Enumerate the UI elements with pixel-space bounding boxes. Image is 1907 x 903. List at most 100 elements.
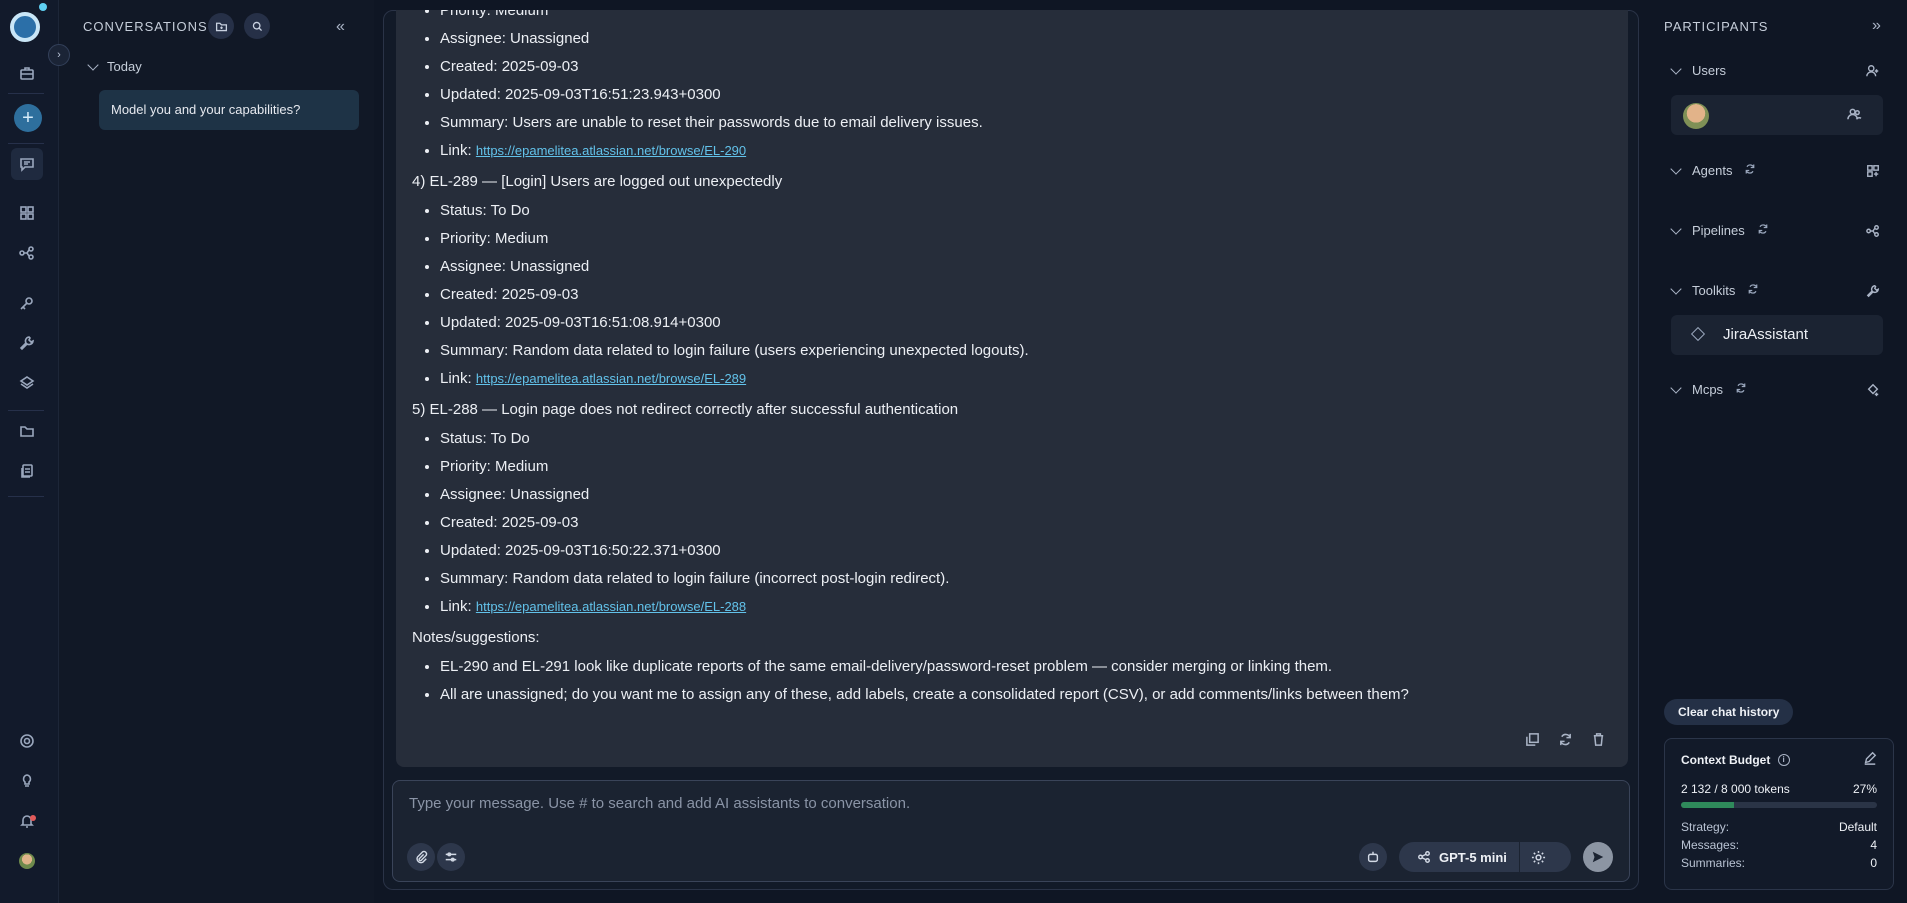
chat-icon[interactable] bbox=[11, 148, 43, 180]
send-button[interactable] bbox=[1583, 842, 1613, 872]
refresh-icon[interactable] bbox=[1735, 382, 1747, 397]
user-card[interactable] bbox=[1671, 95, 1883, 135]
add-user-icon[interactable] bbox=[1866, 64, 1880, 81]
new-conversation-button[interactable]: + bbox=[14, 104, 42, 132]
message-input[interactable]: Type your message. Use # to search and a… bbox=[409, 795, 910, 812]
user-avatar[interactable] bbox=[19, 853, 35, 869]
section-pipelines[interactable]: Pipelines bbox=[1670, 222, 1769, 238]
list-item: Created: 2025-09-03 bbox=[440, 281, 1612, 309]
users-group-icon[interactable] bbox=[1847, 107, 1862, 125]
attach-button[interactable] bbox=[407, 843, 435, 871]
model-selector[interactable]: GPT-5 mini bbox=[1399, 842, 1571, 872]
settings-icon[interactable] bbox=[14, 728, 40, 754]
list-item: Priority: Medium bbox=[440, 453, 1612, 481]
new-folder-button[interactable] bbox=[208, 13, 234, 39]
section-label: Mcps bbox=[1692, 382, 1724, 397]
share-icon[interactable] bbox=[1409, 850, 1439, 864]
add-toolkit-icon[interactable] bbox=[1866, 284, 1880, 301]
list-item: Priority: Medium bbox=[440, 10, 1612, 25]
avatar bbox=[1683, 103, 1709, 129]
section-toolkits[interactable]: Toolkits bbox=[1670, 282, 1759, 298]
notification-dot bbox=[30, 815, 36, 821]
message-composer[interactable]: Type your message. Use # to search and a… bbox=[392, 780, 1630, 882]
list-item: Created: 2025-09-03 bbox=[440, 53, 1612, 81]
app-logo[interactable] bbox=[10, 12, 40, 42]
section-label: Users bbox=[1692, 63, 1726, 78]
summaries-label: Summaries: bbox=[1681, 856, 1746, 870]
lightbulb-icon[interactable] bbox=[14, 768, 40, 794]
list-item: Updated: 2025-09-03T16:51:23.943+0300 bbox=[440, 81, 1612, 109]
collapse-panel-icon[interactable]: « bbox=[336, 18, 345, 36]
info-icon[interactable]: i bbox=[1777, 754, 1790, 767]
gear-icon[interactable] bbox=[1520, 850, 1558, 865]
group-label: Today bbox=[107, 59, 142, 74]
wrench-icon[interactable] bbox=[14, 330, 40, 356]
messages-value: 4 bbox=[1870, 838, 1877, 852]
conversation-item[interactable]: Model you and your capabilities? bbox=[99, 90, 359, 130]
regenerate-icon[interactable] bbox=[1558, 732, 1573, 751]
context-budget-card: Context Budget i 2 132 / 8 000 tokens 27… bbox=[1664, 738, 1894, 890]
add-agent-icon[interactable] bbox=[1866, 164, 1880, 181]
chevron-down-icon bbox=[1670, 282, 1682, 295]
list-item: Assignee: Unassigned bbox=[440, 253, 1612, 281]
group-today[interactable]: Today bbox=[87, 58, 142, 74]
list-item: Created: 2025-09-03 bbox=[440, 509, 1612, 537]
pipelines-icon[interactable] bbox=[14, 240, 40, 266]
list-item: EL-290 and EL-291 look like duplicate re… bbox=[440, 653, 1612, 681]
list-item: Summary: Random data related to login fa… bbox=[440, 337, 1612, 365]
expand-rail-button[interactable]: › bbox=[48, 44, 70, 66]
collapse-participants-icon[interactable]: » bbox=[1872, 17, 1881, 35]
chat-area: Priority: Medium Assignee: Unassigned Cr… bbox=[383, 10, 1639, 890]
issue-heading: 5) EL-288 — Login page does not redirect… bbox=[412, 401, 959, 418]
bell-icon[interactable] bbox=[14, 808, 40, 834]
delete-icon[interactable] bbox=[1591, 732, 1606, 751]
apps-grid-icon[interactable] bbox=[14, 200, 40, 226]
sliders-icon bbox=[445, 852, 457, 862]
layers-icon[interactable] bbox=[14, 370, 40, 396]
folder-plus-icon bbox=[215, 22, 227, 31]
refresh-icon[interactable] bbox=[1744, 163, 1756, 178]
list-item: Link: https://epamelitea.atlassian.net/b… bbox=[440, 137, 1612, 165]
list-item: Updated: 2025-09-03T16:51:08.914+0300 bbox=[440, 309, 1612, 337]
list-item: Assignee: Unassigned bbox=[440, 25, 1612, 53]
clear-chat-history-button[interactable]: Clear chat history bbox=[1664, 699, 1794, 725]
edit-icon[interactable] bbox=[1863, 751, 1877, 768]
issue-link[interactable]: https://epamelitea.atlassian.net/browse/… bbox=[476, 371, 746, 386]
section-label: Agents bbox=[1692, 163, 1733, 178]
rail-divider bbox=[8, 93, 44, 94]
toolkit-name: JiraAssistant bbox=[1723, 326, 1809, 343]
issue-heading: 4) EL-289 — [Login] Users are logged out… bbox=[412, 173, 783, 190]
documents-icon[interactable] bbox=[14, 458, 40, 484]
robot-icon bbox=[1367, 851, 1379, 863]
section-mcps[interactable]: Mcps bbox=[1670, 381, 1747, 397]
list-item: All are unassigned; do you want me to as… bbox=[440, 681, 1612, 709]
refresh-icon[interactable] bbox=[1747, 283, 1759, 298]
rail-divider bbox=[8, 143, 44, 144]
options-button[interactable] bbox=[437, 843, 465, 871]
strategy-value: Default bbox=[1838, 820, 1877, 834]
budget-title: Context Budget i bbox=[1681, 753, 1790, 767]
search-conversations-button[interactable] bbox=[244, 13, 270, 39]
paperclip-icon bbox=[416, 850, 428, 864]
briefcase-icon[interactable] bbox=[14, 60, 40, 86]
jira-icon bbox=[1690, 326, 1706, 342]
issue-link[interactable]: https://epamelitea.atlassian.net/browse/… bbox=[476, 599, 746, 614]
section-users[interactable]: Users bbox=[1670, 62, 1726, 78]
add-pipeline-icon[interactable] bbox=[1866, 224, 1880, 241]
add-mcp-icon[interactable] bbox=[1866, 383, 1880, 400]
issue-link[interactable]: https://epamelitea.atlassian.net/browse/… bbox=[476, 143, 746, 158]
section-agents[interactable]: Agents bbox=[1670, 162, 1756, 178]
notes-heading: Notes/suggestions: bbox=[412, 629, 540, 646]
refresh-icon[interactable] bbox=[1757, 223, 1769, 238]
list-item: Status: To Do bbox=[440, 425, 1612, 453]
folder-icon[interactable] bbox=[14, 418, 40, 444]
budget-progress-bar bbox=[1681, 802, 1877, 808]
list-item: Assignee: Unassigned bbox=[440, 481, 1612, 509]
toolkit-card[interactable]: JiraAssistant bbox=[1671, 315, 1883, 355]
copy-icon[interactable] bbox=[1525, 732, 1540, 751]
key-icon[interactable] bbox=[14, 290, 40, 316]
list-item: Link: https://epamelitea.atlassian.net/b… bbox=[440, 365, 1612, 393]
assistant-button[interactable] bbox=[1359, 843, 1387, 871]
left-rail: › + bbox=[0, 0, 70, 903]
chevron-down-icon bbox=[1670, 381, 1682, 394]
